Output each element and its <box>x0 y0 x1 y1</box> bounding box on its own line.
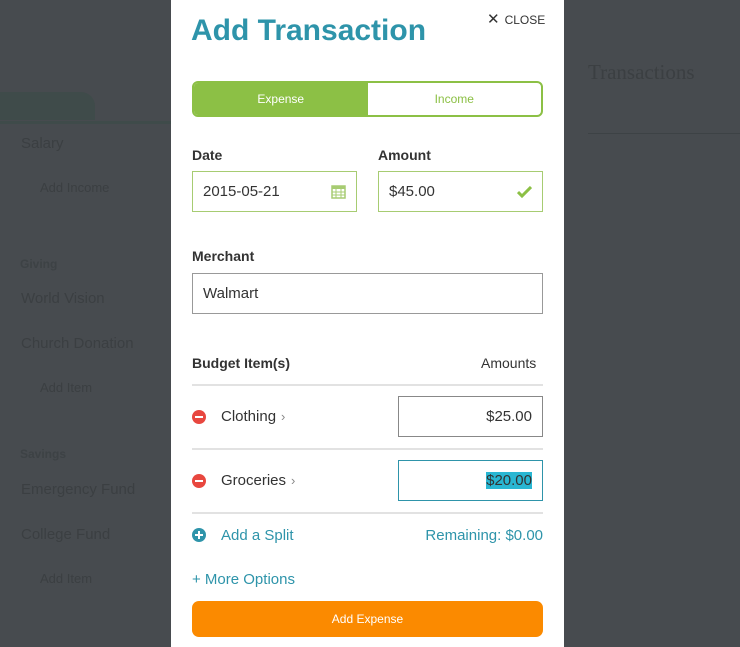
amount-label: Amount <box>378 147 431 163</box>
amount-value: $45.00 <box>389 183 435 200</box>
close-icon: ✕ <box>487 11 500 28</box>
amount-text-selected: $20.00 <box>486 472 532 489</box>
budget-item-row: Groceries › $20.00 <box>192 460 543 501</box>
split-row: Add a Split Remaining: $0.00 <box>192 525 543 545</box>
budget-item-name[interactable]: Clothing <box>221 408 276 425</box>
divider <box>192 384 543 386</box>
divider <box>588 133 740 134</box>
main-title: Transactions <box>588 60 695 84</box>
sidebar-item: Salary <box>21 135 64 152</box>
sidebar-item: Emergency Fund <box>21 481 136 498</box>
add-expense-button[interactable]: Add Expense <box>192 601 543 637</box>
budget-item-amount-input[interactable]: $25.00 <box>398 396 543 437</box>
budget-item-name[interactable]: Groceries <box>221 472 286 489</box>
date-value: 2015-05-21 <box>203 183 280 200</box>
divider <box>0 121 171 124</box>
modal-title: Add Transaction <box>191 14 427 47</box>
sidebar-section: Savings <box>20 447 67 461</box>
calendar-icon[interactable] <box>331 184 346 199</box>
remove-icon[interactable] <box>192 409 206 424</box>
amounts-header: Amounts <box>481 355 537 371</box>
close-label: CLOSE <box>504 13 546 27</box>
amount-field[interactable]: $45.00 <box>378 171 543 212</box>
chevron-right-icon: › <box>281 409 286 424</box>
add-transaction-modal: Add Transaction ✕ CLOSE Expense Income Da… <box>171 0 564 647</box>
tab-expense[interactable]: Expense <box>194 83 368 115</box>
sidebar-section: Giving <box>20 257 58 271</box>
budget-items-header: Budget Item(s) <box>192 355 290 371</box>
transaction-type-toggle: Expense Income <box>192 81 543 117</box>
sidebar-item: Add Item <box>40 380 93 395</box>
tab-income[interactable]: Income <box>368 83 542 115</box>
remaining-amount: Remaining: $0.00 <box>425 526 543 544</box>
add-split-link[interactable]: Add a Split <box>221 527 294 544</box>
remove-icon[interactable] <box>192 473 206 488</box>
sidebar-item: Add Income <box>40 180 110 195</box>
date-label: Date <box>192 147 223 163</box>
merchant-field[interactable]: Walmart <box>192 273 543 314</box>
close-button[interactable]: ✕ CLOSE <box>487 10 545 28</box>
sidebar-item: Add Item <box>40 571 93 586</box>
add-icon[interactable] <box>192 528 206 542</box>
sidebar-item: Church Donation <box>21 335 134 352</box>
sidebar-item: College Fund <box>21 526 111 543</box>
merchant-label: Merchant <box>192 248 255 264</box>
check-icon <box>517 185 532 198</box>
more-options-link[interactable]: + More Options <box>192 569 543 589</box>
divider <box>192 512 543 514</box>
date-field[interactable]: 2015-05-21 <box>192 171 357 212</box>
divider <box>192 448 543 450</box>
chevron-right-icon: › <box>291 473 296 488</box>
budget-item-row: Clothing › $25.00 <box>192 396 543 437</box>
amount-text: $25.00 <box>486 408 532 425</box>
budget-item-amount-input[interactable]: $20.00 <box>398 460 543 501</box>
sidebar-item: World Vision <box>21 290 105 307</box>
merchant-value: Walmart <box>203 285 259 302</box>
sidebar-tab <box>0 92 95 120</box>
